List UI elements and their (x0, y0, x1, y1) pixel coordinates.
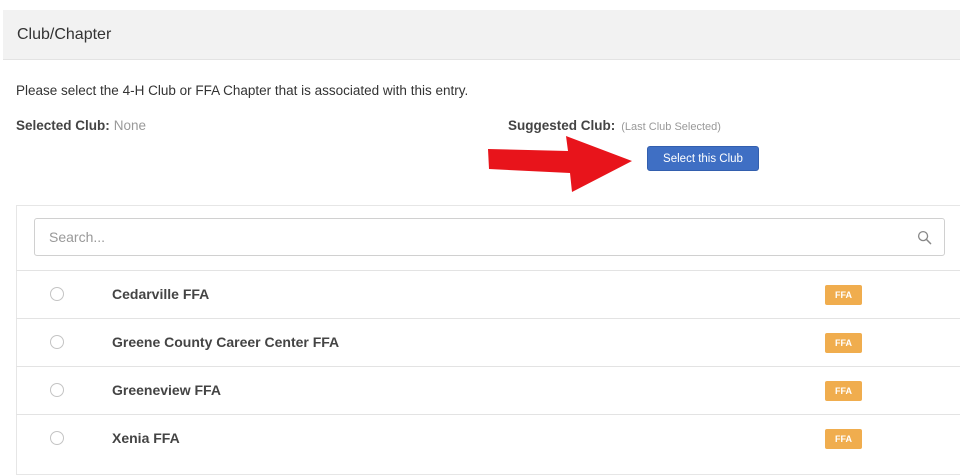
club-name: Cedarville FFA (112, 286, 210, 302)
club-name: Greeneview FFA (112, 382, 221, 398)
instructions-text: Please select the 4-H Club or FFA Chapte… (16, 83, 469, 98)
club-row[interactable]: Greene County Career Center FFA FFA (16, 318, 960, 366)
ffa-badge: FFA (825, 333, 862, 353)
search-box (34, 218, 945, 256)
club-row[interactable]: Xenia FFA FFA (16, 414, 960, 462)
club-row[interactable]: Cedarville FFA FFA (16, 270, 960, 318)
suggested-club-label: Suggested Club: (508, 118, 616, 133)
club-name: Greene County Career Center FFA (112, 334, 340, 350)
ffa-badge: FFA (825, 381, 862, 401)
club-radio[interactable] (50, 287, 64, 301)
red-arrow-icon (488, 136, 632, 192)
panel-heading: Club/Chapter (3, 10, 960, 60)
panel-title: Club/Chapter (17, 26, 112, 43)
selected-club-value: None (113, 118, 147, 133)
club-name: Xenia FFA (112, 430, 180, 446)
search-input[interactable] (35, 219, 905, 255)
selected-club: Selected Club: None (16, 118, 146, 133)
ffa-badge: FFA (825, 285, 862, 305)
club-radio[interactable] (50, 431, 64, 445)
club-radio[interactable] (50, 335, 64, 349)
suggested-club: Suggested Club: (Last Club Selected) (508, 118, 721, 133)
club-radio[interactable] (50, 383, 64, 397)
selected-club-label: Selected Club: (16, 118, 110, 133)
search-icon[interactable] (917, 230, 932, 245)
club-row[interactable]: Greeneview FFA FFA (16, 366, 960, 414)
ffa-badge: FFA (825, 429, 862, 449)
suggested-club-value: (Last Club Selected) (621, 121, 721, 133)
select-this-club-button[interactable]: Select this Club (647, 146, 759, 171)
